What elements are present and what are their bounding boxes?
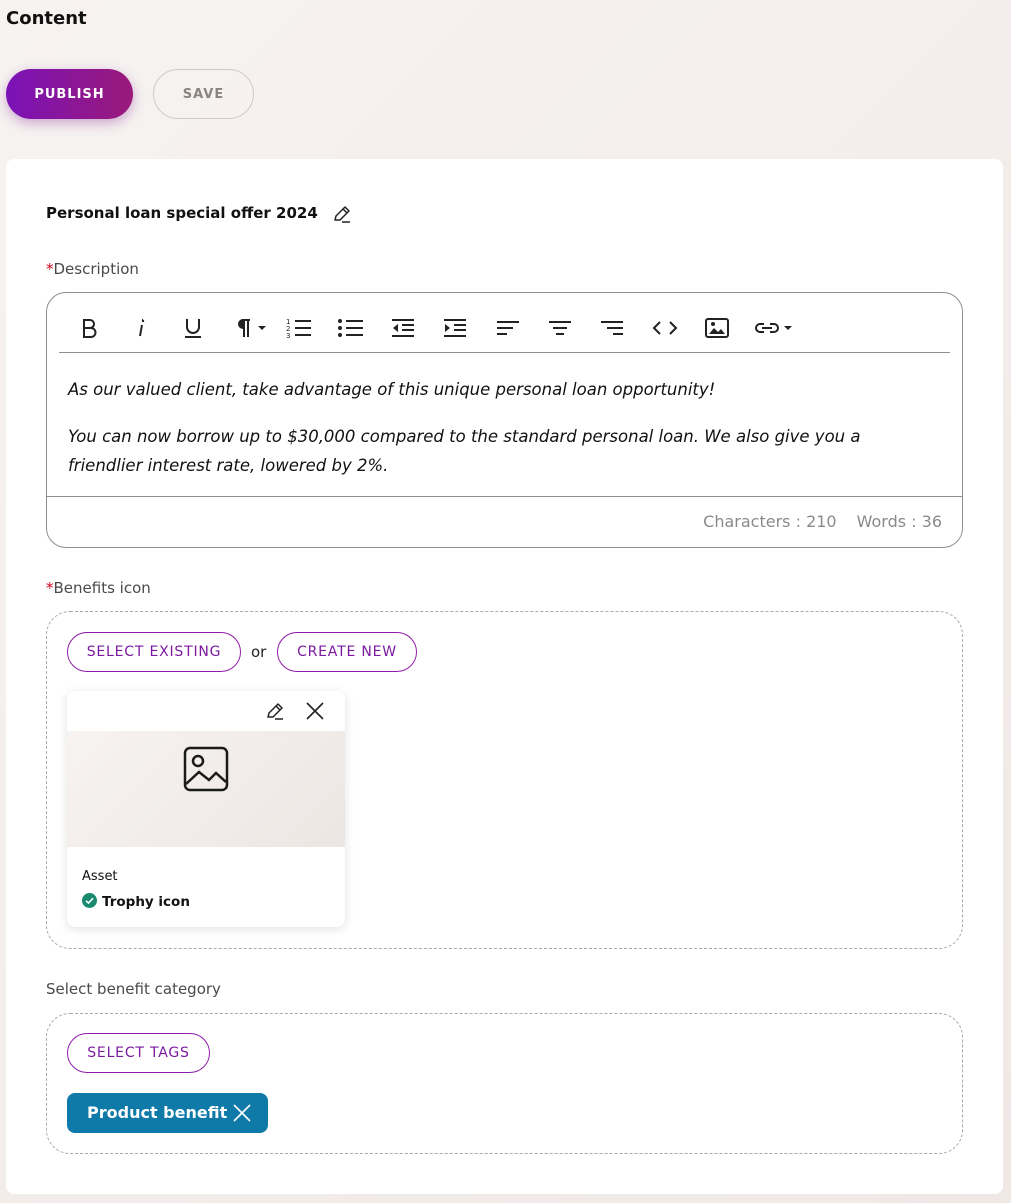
link-icon[interactable] <box>753 313 797 343</box>
description-label-text: Description <box>53 260 139 278</box>
remove-tag-icon[interactable] <box>232 1103 252 1123</box>
outdent-icon[interactable] <box>389 313 417 343</box>
description-label: *Description <box>46 260 139 278</box>
or-label: or <box>251 643 267 661</box>
align-left-icon[interactable] <box>495 313 521 343</box>
asset-card[interactable]: Asset Trophy icon <box>67 691 345 927</box>
page-title: Content <box>6 8 87 29</box>
select-existing-button[interactable]: SELECT EXISTING <box>67 632 241 672</box>
save-button[interactable]: SAVE <box>153 69 254 119</box>
asset-type-label: Asset <box>82 869 118 884</box>
ordered-list-icon[interactable]: 123 <box>285 313 313 343</box>
edit-title-icon[interactable] <box>331 203 353 225</box>
italic-icon[interactable] <box>131 313 151 343</box>
asset-thumbnail <box>67 731 345 847</box>
svg-text:3: 3 <box>286 332 290 339</box>
editor-footer: Characters : 210 Words : 36 <box>47 496 962 548</box>
code-icon[interactable] <box>651 313 679 343</box>
character-count: Characters : 210 <box>703 512 837 531</box>
rich-text-editor[interactable]: 123 As our valued client, take advantage… <box>46 292 963 548</box>
select-tags-button[interactable]: SELECT TAGS <box>67 1033 210 1073</box>
paragraph-icon[interactable] <box>231 313 271 343</box>
publish-button[interactable]: PUBLISH <box>6 69 133 119</box>
underline-icon[interactable] <box>181 313 205 343</box>
required-mark: * <box>46 260 54 278</box>
word-count: Words : 36 <box>856 512 942 531</box>
image-placeholder-icon <box>183 746 229 792</box>
benefit-category-box: SELECT TAGS Product benefit <box>46 1013 963 1154</box>
required-mark: * <box>46 579 54 597</box>
bullet-list-icon[interactable] <box>337 313 365 343</box>
benefit-category-label: Select benefit category <box>46 980 221 998</box>
remove-asset-icon[interactable] <box>304 700 326 722</box>
check-circle-icon <box>82 893 97 908</box>
editor-paragraph: As our valued client, take advantage of … <box>68 380 716 399</box>
image-icon[interactable] <box>703 313 731 343</box>
benefits-icon-dropzone: SELECT EXISTING or CREATE NEW Asset Trop… <box>46 611 963 949</box>
asset-name: Trophy icon <box>102 894 190 910</box>
indent-icon[interactable] <box>441 313 469 343</box>
content-card: Personal loan special offer 2024 *Descri… <box>6 159 1003 1194</box>
edit-asset-icon[interactable] <box>264 700 286 722</box>
editor-paragraph: You can now borrow up to $30,000 compare… <box>68 427 861 475</box>
tag-label: Product benefit <box>87 1103 228 1122</box>
bold-icon[interactable] <box>77 313 101 343</box>
align-center-icon[interactable] <box>547 313 573 343</box>
benefits-icon-label-text: Benefits icon <box>53 579 151 597</box>
editor-counts: Characters : 210 Words : 36 <box>703 512 942 531</box>
align-right-icon[interactable] <box>599 313 625 343</box>
editor-content[interactable]: As our valued client, take advantage of … <box>68 375 928 480</box>
editor-toolbar: 123 <box>59 307 950 353</box>
tag-chip[interactable]: Product benefit <box>67 1093 268 1133</box>
item-title: Personal loan special offer 2024 <box>46 204 318 222</box>
create-new-button[interactable]: CREATE NEW <box>277 632 417 672</box>
benefits-icon-label: *Benefits icon <box>46 579 151 597</box>
